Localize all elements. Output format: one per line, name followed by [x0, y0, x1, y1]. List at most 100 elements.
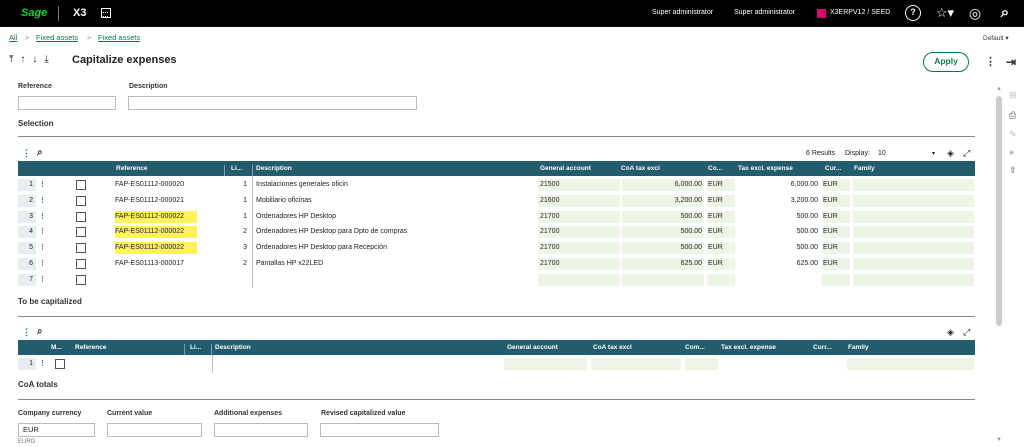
compass-icon[interactable]: ◎: [967, 5, 983, 21]
previous-record-icon[interactable]: ↑: [20, 54, 25, 65]
exit-icon[interactable]: ⇥: [1006, 55, 1016, 69]
line-cell[interactable]: 1: [229, 179, 249, 191]
chevron-down-icon[interactable]: ▾: [932, 150, 935, 157]
currency-cell[interactable]: EUR: [707, 194, 735, 207]
line-cell[interactable]: 3: [229, 242, 249, 254]
table-row[interactable]: 3 ⋮ FAP-ES01112-000022 1 Ordenadores HP Desk…: [18, 209, 974, 225]
currency-cell[interactable]: EUR: [822, 210, 850, 223]
line-cell[interactable]: 2: [229, 226, 249, 238]
description-cell[interactable]: [256, 274, 536, 286]
breadcrumb-fixed-assets[interactable]: Fixed assets: [36, 33, 78, 42]
row-checkbox[interactable]: [76, 243, 86, 254]
family-cell[interactable]: [853, 179, 974, 191]
reference-input[interactable]: [18, 96, 116, 110]
reference-cell[interactable]: FAP-ES01112-000020: [115, 179, 221, 191]
display-select[interactable]: 10: [878, 150, 886, 157]
family-cell[interactable]: [853, 258, 974, 270]
coa-tax-cell[interactable]: 3,200.00: [622, 194, 704, 207]
scroll-up-icon[interactable]: ▲: [996, 86, 1002, 92]
account-cell[interactable]: 21700: [538, 210, 620, 223]
table-row[interactable]: 1 ⋮ FAP-ES01112-000020 1 Instalaciones gener…: [18, 177, 974, 193]
coa-tax-cell[interactable]: 625.00: [622, 258, 704, 270]
col-coa-currency[interactable]: Co...: [708, 165, 722, 172]
user-role[interactable]: Super administrator: [734, 9, 795, 16]
account-cell[interactable]: 21700: [538, 242, 620, 255]
table-row[interactable]: 7 ⋮: [18, 272, 974, 288]
current-value-input[interactable]: [107, 423, 202, 437]
last-record-icon[interactable]: ⤓: [44, 54, 48, 65]
row-checkbox[interactable]: [76, 211, 86, 222]
coa-tax-cell[interactable]: 500.00: [622, 226, 704, 239]
breadcrumb-fixed-assets-current[interactable]: Fixed assets: [98, 33, 140, 42]
account-cell[interactable]: [504, 358, 587, 370]
line-cell[interactable]: 1: [229, 195, 249, 207]
row-actions-icon[interactable]: ⋮: [39, 274, 46, 286]
row-checkbox[interactable]: [76, 259, 86, 269]
currency-cell[interactable]: EUR: [707, 226, 735, 239]
col-general-account[interactable]: General account: [507, 344, 558, 351]
row-checkbox[interactable]: [76, 227, 86, 238]
tax-expense-cell[interactable]: 500.00: [738, 226, 820, 238]
description-cell[interactable]: Ordenadores HP Desktop para Recepción: [256, 242, 536, 254]
sage-logo[interactable]: Sage: [21, 7, 47, 19]
col-description[interactable]: Description: [215, 344, 251, 351]
row-checkbox[interactable]: [76, 180, 86, 190]
reference-cell[interactable]: [115, 274, 221, 286]
table-row[interactable]: 6 ⋮ FAP-ES01113-000017 2 Pantallas HP x22LED…: [18, 256, 974, 272]
description-cell[interactable]: Ordenadores HP Desktop: [256, 211, 536, 223]
col-line[interactable]: Li...: [190, 344, 201, 351]
default-view-selector[interactable]: Default ▾: [983, 34, 1009, 42]
first-record-icon[interactable]: ⤒: [9, 54, 13, 65]
endpoint-name[interactable]: X3ERPV12 / SEED: [830, 9, 890, 16]
layers-icon[interactable]: ◈: [947, 327, 954, 338]
tax-expense-cell[interactable]: 3,200.00: [738, 195, 820, 207]
col-family[interactable]: Family: [854, 165, 875, 172]
currency-cell[interactable]: EUR: [707, 242, 735, 255]
row-checkbox[interactable]: [55, 359, 65, 369]
expand-icon[interactable]: ⤢: [963, 148, 970, 159]
row-checkbox[interactable]: [76, 195, 86, 206]
comment-icon[interactable]: ●: [1009, 147, 1014, 157]
account-cell[interactable]: 21500: [538, 179, 620, 191]
search-icon[interactable]: ⌕: [997, 5, 1013, 21]
favorites-star-icon[interactable]: ☆▾: [930, 5, 960, 21]
tax-expense-cell[interactable]: 500.00: [738, 242, 820, 254]
coa-tax-cell[interactable]: [622, 273, 704, 286]
col-currency[interactable]: Cur...: [825, 165, 841, 172]
description-cell[interactable]: Pantallas HP x22LED: [256, 258, 536, 270]
col-currency[interactable]: Curr...: [813, 344, 832, 351]
col-description[interactable]: Description: [256, 165, 292, 172]
account-cell[interactable]: 21600: [538, 194, 620, 207]
grid-actions-icon[interactable]: ⋮: [22, 327, 31, 338]
description-input[interactable]: [128, 96, 417, 110]
tax-expense-cell[interactable]: [738, 274, 820, 286]
coa-tax-cell[interactable]: 500.00: [622, 242, 704, 255]
table-row[interactable]: 4 ⋮ FAP-ES01112-000022 2 Ordenadores HP Desk…: [18, 224, 974, 240]
currency-cell[interactable]: [685, 358, 718, 370]
currency-cell[interactable]: EUR: [707, 210, 735, 223]
currency-cell[interactable]: [707, 273, 735, 286]
col-coa-tax-excl[interactable]: CoA tax excl: [621, 165, 660, 172]
reference-cell[interactable]: FAP-ES01112-000022: [115, 242, 197, 255]
calendar-icon[interactable]: [101, 8, 111, 18]
additional-expenses-input[interactable]: [214, 423, 308, 437]
family-cell[interactable]: [847, 358, 974, 370]
description-cell[interactable]: Mobiliario oficinas: [256, 195, 536, 207]
col-tax-excl-expense[interactable]: Tax excl. expense: [738, 165, 793, 172]
currency-cell[interactable]: EUR: [822, 179, 850, 191]
row-actions-icon[interactable]: ⋮: [39, 242, 46, 254]
col-family[interactable]: Family: [848, 344, 869, 351]
grid-search-icon[interactable]: ⌕: [37, 326, 43, 337]
table-row[interactable]: 2 ⋮ FAP-ES01112-000021 1 Mobiliario oficinas…: [18, 193, 974, 209]
col-general-account[interactable]: General account: [540, 165, 591, 172]
line-cell[interactable]: [229, 274, 249, 286]
currency-cell[interactable]: EUR: [822, 226, 850, 239]
coa-tax-cell[interactable]: 6,000.00: [622, 179, 704, 191]
row-actions-icon[interactable]: ⋮: [39, 211, 46, 223]
reference-cell[interactable]: FAP-ES01112-000022: [115, 210, 197, 223]
col-line[interactable]: Li...: [231, 165, 242, 172]
description-cell[interactable]: Instalaciones generales oficin: [256, 179, 536, 191]
col-reference[interactable]: Reference: [75, 344, 106, 351]
coa-tax-cell[interactable]: [591, 358, 681, 370]
account-cell[interactable]: 21700: [538, 226, 620, 239]
